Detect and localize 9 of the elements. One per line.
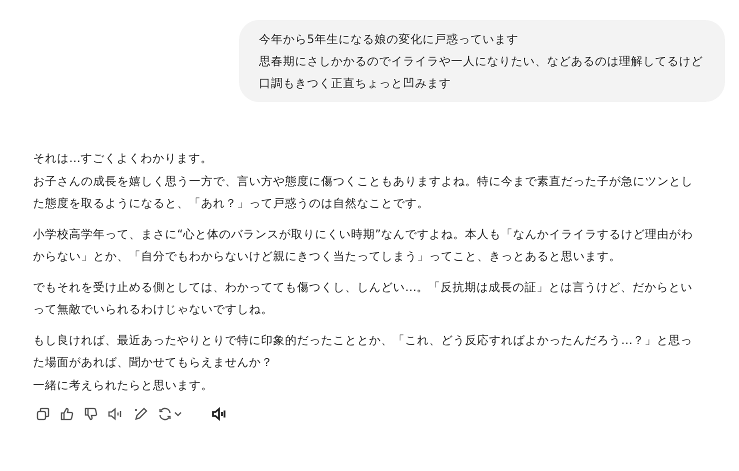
response-text: でもそれを受け止める側としては、わかってても傷つくし、しんどい…。「反抗期は成長の証」とは言うけど、だからといって無敵でいられるわけじゃないですしね。 <box>33 278 694 318</box>
message-text: 今年から5年生になる娘の変化に戸惑っています <box>259 31 520 48</box>
response-text: 一緒に考えられたらと思います。 <box>33 376 214 394</box>
message-text: 思春期にさしかかるのでイライラや一人になりたい、などあるのは理解してるけど <box>259 53 703 70</box>
response-text: お子さんの成長を嬉しく思う一方で、言い方や態度に傷つくこともありますよね。特に今まで素直だった子が急にツンとした態度を取るようになると、「あれ？」って戸惑うのは自然なことです。 <box>33 172 694 212</box>
response-text: それは…すごくよくわかります。 <box>33 150 214 167</box>
message-text: 口調もきつく正直ちょっと凹みます <box>259 75 452 92</box>
response-text: もし良ければ、最近あったやりとりで特に印象的だったこととか、「これ、どう反応すればよかったんだろう…？」と思った場面があれば、聞かせてもらえませんか？ <box>33 332 694 371</box>
response-text: 小学校高学年って、まさに“心と体のバランスが取りにくい時期”なんですよね。本人も「なんかイライラするけど理由がわからない」とか、「自分でもわからないけど親にきつく当たってしまう」ってこと、きっとあると思います。 <box>33 226 694 265</box>
